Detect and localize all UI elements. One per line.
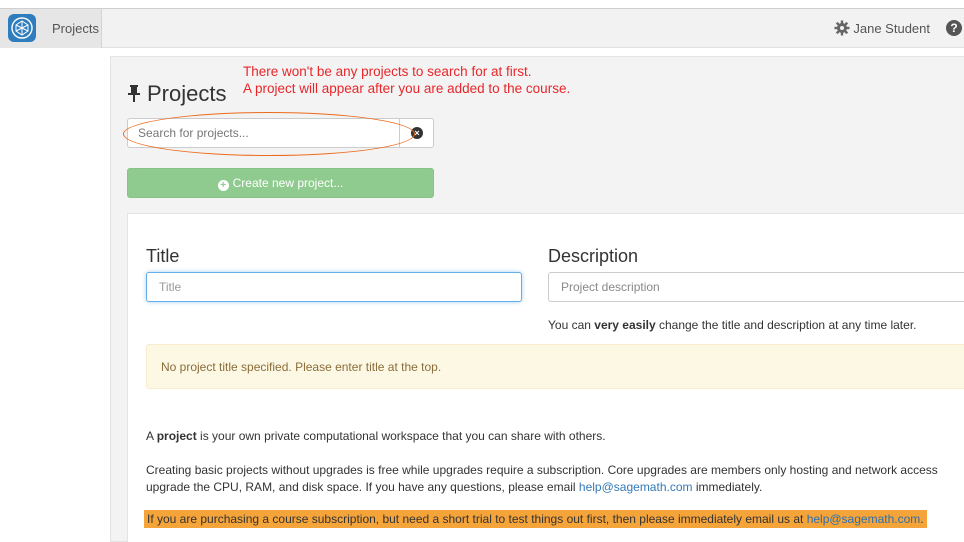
user-menu[interactable]: Jane Student (853, 21, 930, 36)
search-box: × (127, 118, 434, 148)
search-input[interactable] (128, 119, 400, 147)
create-project-label: Create new project... (232, 176, 344, 190)
hint-bold: very easily (594, 318, 656, 332)
page-title: Projects (127, 81, 226, 107)
upgrade-info-line-1: Creating basic projects without upgrades… (146, 463, 938, 477)
upgrade-info-end: immediately. (692, 480, 763, 494)
clear-search-icon: × (411, 127, 423, 139)
top-navbar: Projects Jane Student ? (0, 8, 964, 48)
p1-text-1: A (146, 429, 157, 443)
p1-bold: project (156, 429, 197, 443)
annotation-note: There won't be any projects to search fo… (243, 63, 570, 97)
title-input[interactable] (146, 272, 522, 302)
description-input[interactable] (548, 272, 964, 302)
gear-icon[interactable] (834, 20, 850, 36)
annotation-line-1: There won't be any projects to search fo… (243, 64, 532, 79)
clear-search-button[interactable]: × (399, 119, 433, 147)
nav-projects-label: Projects (52, 21, 99, 36)
create-project-button[interactable]: + Create new project... (127, 168, 434, 198)
upgrade-info: Creating basic projects without upgrades… (146, 462, 964, 496)
nav-projects-tab[interactable]: Projects (0, 9, 102, 48)
annotation-line-2: A project will appear after you are adde… (243, 81, 571, 96)
description-label: Description (548, 246, 639, 266)
upgrade-info-line-2: upgrade the CPU, RAM, and disk space. If… (146, 479, 964, 496)
plus-circle-icon: + (217, 180, 229, 191)
trial-email-link[interactable]: help@sagemath.com (807, 512, 921, 526)
help-email-link[interactable]: help@sagemath.com (579, 480, 693, 494)
pin-icon (128, 85, 140, 102)
hint-text-2: change the title and description at any … (655, 318, 917, 332)
page-title-text: Projects (147, 81, 227, 106)
trial-notice-end: . (920, 512, 924, 526)
new-project-form: Title Description You can very easily ch… (127, 213, 964, 542)
project-definition: A project is your own private computatio… (146, 429, 606, 443)
edit-hint: You can very easily change the title and… (548, 318, 916, 332)
p1-text-2: is your own private computational worksp… (196, 429, 606, 443)
title-label: Title (146, 246, 180, 266)
upgrade-info-text: upgrade the CPU, RAM, and disk space. If… (146, 480, 579, 494)
trial-notice-text: If you are purchasing a course subscript… (147, 512, 807, 526)
help-icon[interactable]: ? (946, 20, 962, 36)
projects-page: Projects There won't be any projects to … (110, 56, 964, 542)
trial-notice: If you are purchasing a course subscript… (144, 510, 927, 528)
sagemath-logo-icon (8, 14, 36, 42)
hint-text-1: You can (548, 318, 595, 332)
no-title-warning: No project title specified. Please enter… (146, 344, 964, 389)
